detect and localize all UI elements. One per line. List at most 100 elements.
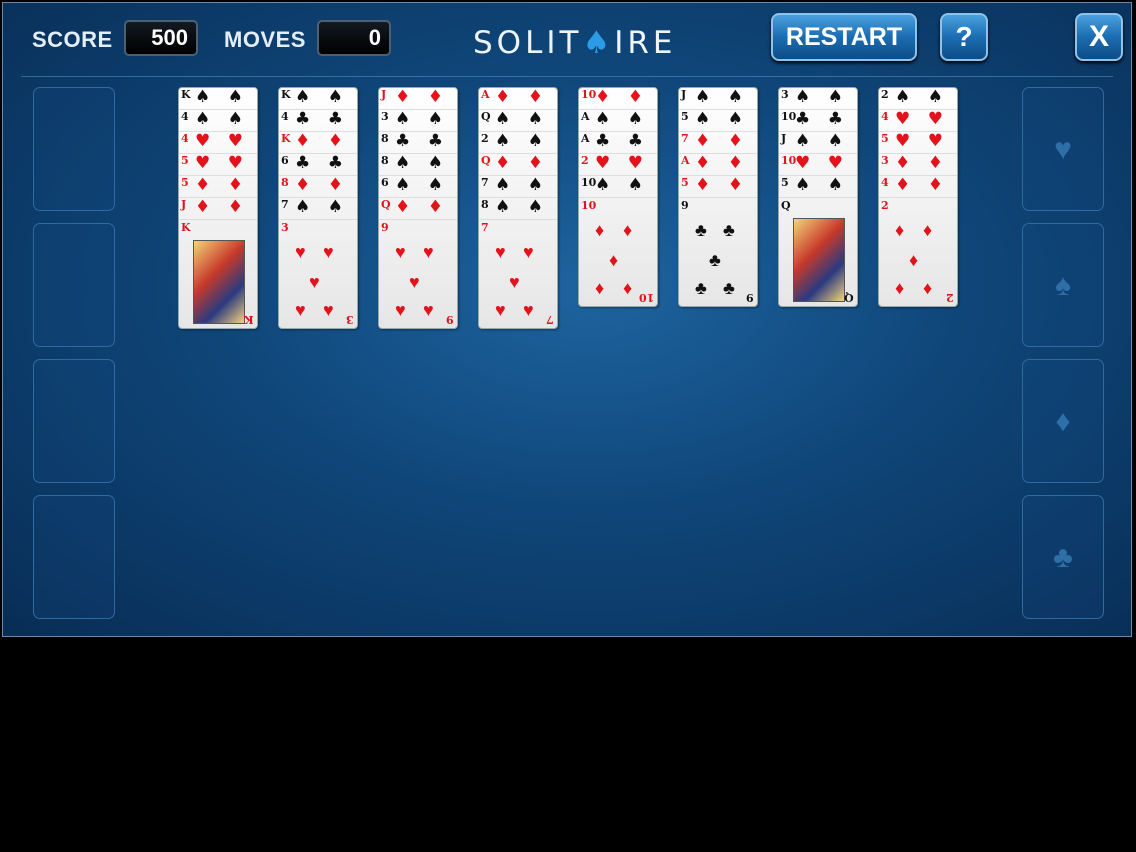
playing-card[interactable]: J ♠ ♠: [679, 88, 757, 110]
playing-card[interactable]: 2 ♠ ♠: [879, 88, 957, 110]
card-suit-icon: ♣: [295, 109, 311, 129]
card-suit-icon: ♠: [695, 109, 711, 129]
playing-card[interactable]: 5 ♥ ♥: [879, 132, 957, 154]
playing-card[interactable]: 5 ♦ ♦: [679, 176, 757, 198]
free-cell-4[interactable]: [33, 495, 115, 619]
playing-card[interactable]: 10 ♥ ♥: [779, 154, 857, 176]
card-suit-icon: ♦: [695, 131, 711, 151]
playing-card[interactable]: 6 ♣ ♣: [279, 154, 357, 176]
playing-card[interactable]: 7 ♦ ♦: [679, 132, 757, 154]
playing-card-top[interactable]: 9 ♣ ♣ ♣ ♣ ♣ 9: [679, 198, 757, 306]
free-cell-3[interactable]: [33, 359, 115, 483]
card-suit-icon: ♠: [295, 87, 311, 107]
card-suit-icon: ♠: [827, 175, 843, 195]
playing-card[interactable]: 3 ♦ ♦: [879, 154, 957, 176]
tableau-column-7[interactable]: 3 ♠ ♠ 10 ♣ ♣ J ♠ ♠ 10 ♥ ♥ 5 ♠ ♠ Q Q: [778, 87, 858, 307]
card-rank: K: [281, 132, 291, 145]
playing-card[interactable]: 4 ♥ ♥: [179, 132, 257, 154]
card-suit-icon: ♠: [495, 109, 511, 129]
playing-card[interactable]: 4 ♠ ♠: [179, 110, 257, 132]
foundation-hearts[interactable]: ♥: [1022, 87, 1104, 211]
tableau-column-1[interactable]: K ♠ ♠ 4 ♠ ♠ 4 ♥ ♥ 5 ♥ ♥ 5 ♦ ♦ J ♦ ♦ K K: [178, 87, 258, 329]
foundation-spades[interactable]: ♠: [1022, 223, 1104, 347]
playing-card[interactable]: A ♦ ♦: [479, 88, 557, 110]
playing-card[interactable]: 8 ♠ ♠: [379, 154, 457, 176]
card-corner-rank: 9: [446, 313, 454, 326]
playing-card[interactable]: 4 ♣ ♣: [279, 110, 357, 132]
tableau-column-3[interactable]: J ♦ ♦ 3 ♠ ♠ 8 ♣ ♣ 8 ♠ ♠ 6 ♠ ♠ Q ♦ ♦ 9 ♥ ♥ ♥ ♥ ♥ 9: [378, 87, 458, 329]
tableau-column-6[interactable]: J ♠ ♠ 5 ♠ ♠ 7 ♦ ♦ A ♦ ♦ 5 ♦ ♦ 9 ♣ ♣ ♣ ♣ ♣ 9: [678, 87, 758, 307]
playing-card[interactable]: Q ♠ ♠: [479, 110, 557, 132]
help-button[interactable]: ?: [940, 13, 988, 61]
playing-card[interactable]: 5 ♠ ♠: [679, 110, 757, 132]
card-rank: 2: [581, 154, 589, 167]
playing-card[interactable]: Q ♦ ♦: [479, 154, 557, 176]
moves-label: MOVES: [224, 27, 306, 52]
free-cell-1[interactable]: [33, 87, 115, 211]
playing-card[interactable]: K ♠ ♠: [179, 88, 257, 110]
free-cell-2[interactable]: [33, 223, 115, 347]
playing-card-top[interactable]: 3 ♥ ♥ ♥ ♥ ♥ 3: [279, 220, 357, 328]
close-button[interactable]: X: [1075, 13, 1123, 61]
card-suit-icon: ♠: [427, 153, 443, 173]
card-rank: A: [681, 154, 690, 167]
playing-card[interactable]: 7 ♠ ♠: [279, 198, 357, 220]
playing-card[interactable]: A ♠ ♠: [579, 110, 657, 132]
card-rank: 7: [681, 132, 689, 145]
playing-card-top[interactable]: 2 ♦ ♦ ♦ ♦ ♦ 2: [879, 198, 957, 306]
card-rank: J: [681, 88, 687, 101]
card-pip-icon: ♣: [723, 278, 735, 298]
playing-card[interactable]: J ♦ ♦: [379, 88, 457, 110]
playing-card-top[interactable]: 7 ♥ ♥ ♥ ♥ ♥ 7: [479, 220, 557, 328]
card-rank: 7: [481, 176, 489, 189]
foundation-diamonds[interactable]: ♦: [1022, 359, 1104, 483]
playing-card[interactable]: 2 ♠ ♠: [479, 132, 557, 154]
playing-card[interactable]: 10 ♣ ♣: [779, 110, 857, 132]
playing-card[interactable]: J ♦ ♦: [179, 198, 257, 220]
card-suit-icon: ♠: [495, 175, 511, 195]
playing-card[interactable]: K ♦ ♦: [279, 132, 357, 154]
tableau-column-2[interactable]: K ♠ ♠ 4 ♣ ♣ K ♦ ♦ 6 ♣ ♣ 8 ♦ ♦ 7 ♠ ♠ 3 ♥ ♥ ♥ ♥ ♥ 3: [278, 87, 358, 329]
playing-card[interactable]: 7 ♠ ♠: [479, 176, 557, 198]
tableau-column-8[interactable]: 2 ♠ ♠ 4 ♥ ♥ 5 ♥ ♥ 3 ♦ ♦ 4 ♦ ♦ 2 ♦ ♦ ♦ ♦ ♦ 2: [878, 87, 958, 307]
tableau-column-5[interactable]: 10 ♦ ♦ A ♠ ♠ A ♣ ♣ 2 ♥ ♥ 10 ♠ ♠ 10 ♦ ♦ ♦ ♦ ♦ 10: [578, 87, 658, 307]
foundation-clubs[interactable]: ♣: [1022, 495, 1104, 619]
playing-card[interactable]: 10 ♦ ♦: [579, 88, 657, 110]
playing-card[interactable]: K ♠ ♠: [279, 88, 357, 110]
playing-card-top[interactable]: KK: [179, 220, 257, 328]
playing-card[interactable]: 4 ♦ ♦: [879, 176, 957, 198]
playing-card[interactable]: Q ♦ ♦: [379, 198, 457, 220]
card-suit-icon: ♥: [827, 153, 843, 173]
playing-card[interactable]: 5 ♠ ♠: [779, 176, 857, 198]
playing-card[interactable]: 8 ♣ ♣: [379, 132, 457, 154]
card-suit-icon: ♠: [195, 87, 211, 107]
playing-card[interactable]: 5 ♥ ♥: [179, 154, 257, 176]
playing-card[interactable]: 5 ♦ ♦: [179, 176, 257, 198]
playing-card[interactable]: 6 ♠ ♠: [379, 176, 457, 198]
restart-button[interactable]: RESTART: [771, 13, 917, 61]
card-suit-icon: ♦: [395, 87, 411, 107]
card-suit-icon: ♠: [927, 87, 943, 107]
playing-card[interactable]: 10 ♠ ♠: [579, 176, 657, 198]
playing-card[interactable]: A ♦ ♦: [679, 154, 757, 176]
card-rank: 8: [281, 176, 289, 189]
playing-card[interactable]: 3 ♠ ♠: [379, 110, 457, 132]
card-pip-icon: ♥: [423, 300, 434, 320]
playing-card[interactable]: 4 ♥ ♥: [879, 110, 957, 132]
card-rank: Q: [381, 198, 391, 211]
card-rank: 5: [181, 154, 189, 167]
card-suit-icon: ♠: [827, 131, 843, 151]
tableau-column-4[interactable]: A ♦ ♦ Q ♠ ♠ 2 ♠ ♠ Q ♦ ♦ 7 ♠ ♠ 8 ♠ ♠ 7 ♥ ♥ ♥ ♥ ♥ 7: [478, 87, 558, 329]
playing-card-top[interactable]: 9 ♥ ♥ ♥ ♥ ♥ 9: [379, 220, 457, 328]
playing-card[interactable]: A ♣ ♣: [579, 132, 657, 154]
card-suit-icon: ♠: [327, 87, 343, 107]
playing-card-top[interactable]: 10 ♦ ♦ ♦ ♦ ♦ 10: [579, 198, 657, 306]
card-rank: 3: [381, 110, 389, 123]
playing-card[interactable]: 2 ♥ ♥: [579, 154, 657, 176]
playing-card[interactable]: 8 ♠ ♠: [479, 198, 557, 220]
playing-card-top[interactable]: QQ: [779, 198, 857, 306]
card-pip-icon: ♥: [295, 242, 306, 262]
playing-card[interactable]: J ♠ ♠: [779, 132, 857, 154]
playing-card[interactable]: 8 ♦ ♦: [279, 176, 357, 198]
playing-card[interactable]: 3 ♠ ♠: [779, 88, 857, 110]
